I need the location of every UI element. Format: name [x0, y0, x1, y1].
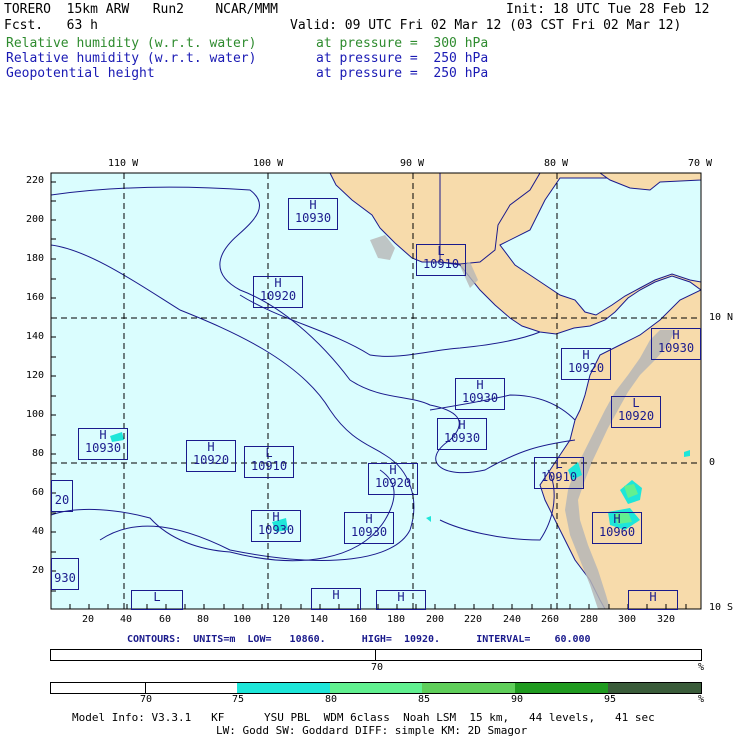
y-tick: 100	[26, 409, 45, 420]
center-box: H 10920	[253, 276, 303, 308]
y-tick: 160	[26, 292, 45, 303]
colorbar-250	[50, 682, 702, 694]
x-tick: 280	[580, 614, 599, 625]
colorbar-250-label: 75	[232, 694, 245, 705]
lon-label-90w: 90 W	[400, 158, 425, 169]
colorbar-250-unit: %	[698, 694, 705, 705]
center-box-edge: L	[131, 590, 183, 610]
x-tick: 60	[159, 614, 172, 625]
center-box: H 10930	[455, 378, 505, 410]
y-tick: 180	[26, 253, 45, 264]
center-box: H 10930	[344, 512, 394, 544]
lon-label-100w: 100 W	[253, 158, 284, 169]
y-tick: 220	[26, 175, 45, 186]
colorbar-250-label: 80	[325, 694, 338, 705]
center-box: L 10910	[534, 457, 584, 489]
x-tick: 100	[233, 614, 252, 625]
x-tick: 80	[197, 614, 210, 625]
center-box: H 10930	[437, 418, 487, 450]
colorbar-250-label: 70	[140, 694, 153, 705]
center-box: H 10930	[251, 510, 301, 542]
lon-label-70w: 70 W	[688, 158, 713, 169]
y-tick: 20	[32, 565, 45, 576]
x-tick: 260	[541, 614, 560, 625]
center-box-edge: H	[376, 590, 426, 610]
x-tick: 220	[464, 614, 483, 625]
center-box: H 10960	[592, 512, 642, 544]
center-box: H 10920	[368, 463, 418, 495]
model-info: Model Info: V3.3.1 KF YSU PBL WDM 6class…	[72, 711, 655, 724]
lat-label-10s: 10 S	[709, 602, 734, 613]
x-tick: 40	[120, 614, 133, 625]
colorbar-300-label: 70	[371, 662, 384, 673]
x-tick: 300	[618, 614, 637, 625]
lon-label-110w: 110 W	[108, 158, 139, 169]
center-box-edge: H	[628, 590, 678, 610]
contour-info: CONTOURS: UNITS=m LOW= 10860. HIGH= 1092…	[127, 634, 591, 645]
model-info-physics: LW: Godd SW: Goddard DIFF: simple KM: 2D…	[216, 724, 528, 737]
center-box: H 10920	[186, 440, 236, 472]
colorbar-250-label: 85	[418, 694, 431, 705]
lat-label-10n: 10 N	[709, 312, 734, 323]
y-tick: 140	[26, 331, 45, 342]
center-box: H 10930	[651, 328, 701, 360]
center-box: H 10930	[288, 198, 338, 230]
colorbar-250-label: 90	[511, 694, 524, 705]
x-tick: 160	[349, 614, 368, 625]
lat-label-0: 0	[709, 457, 716, 468]
colorbar-250-label: 95	[604, 694, 617, 705]
x-tick: 200	[426, 614, 445, 625]
center-box: L 10910	[416, 244, 466, 276]
x-tick: 320	[657, 614, 676, 625]
center-box: H 10930	[78, 428, 128, 460]
lon-label-80w: 80 W	[544, 158, 569, 169]
y-tick: 80	[32, 448, 45, 459]
x-tick: 180	[387, 614, 406, 625]
center-box-edge: 930	[51, 558, 79, 590]
weather-map	[50, 172, 702, 610]
center-box-edge: 20	[51, 480, 73, 512]
colorbar-300	[50, 649, 702, 661]
x-tick: 140	[310, 614, 329, 625]
y-tick: 40	[32, 526, 45, 537]
y-tick: 120	[26, 370, 45, 381]
y-tick: 60	[32, 487, 45, 498]
x-tick: 120	[272, 614, 291, 625]
center-box: H	[311, 588, 361, 610]
y-tick: 200	[26, 214, 45, 225]
center-box: L 10910	[244, 446, 294, 478]
center-box: L 10920	[611, 396, 661, 428]
x-tick: 240	[503, 614, 522, 625]
colorbar-300-unit: %	[698, 662, 705, 673]
center-box: H 10920	[561, 348, 611, 380]
x-tick: 20	[82, 614, 95, 625]
